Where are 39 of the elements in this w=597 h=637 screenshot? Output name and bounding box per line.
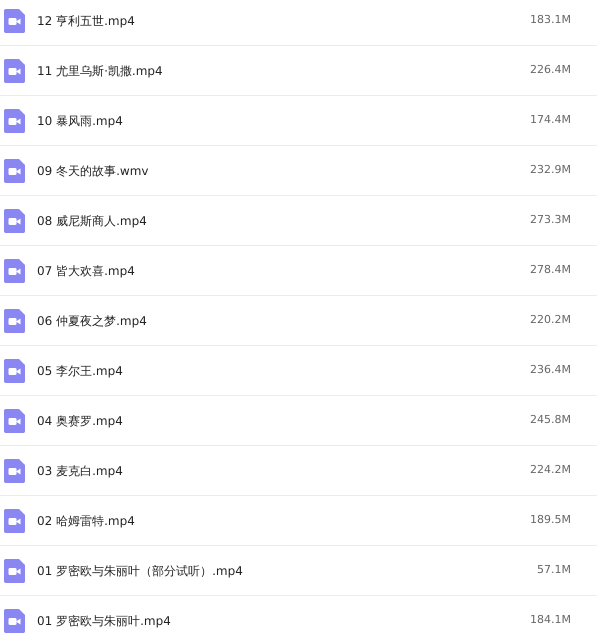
file-size: 245.8M <box>530 412 571 428</box>
file-name[interactable]: 08 威尼斯商人.mp4 <box>37 212 147 230</box>
file-name[interactable]: 03 麦克白.mp4 <box>37 462 123 480</box>
file-size: 236.4M <box>530 362 571 378</box>
file-name[interactable]: 01 罗密欧与朱丽叶（部分试听）.mp4 <box>37 562 243 580</box>
video-file-icon <box>4 508 25 532</box>
file-name[interactable]: 02 哈姆雷特.mp4 <box>37 512 135 530</box>
file-size: 189.5M <box>530 512 571 528</box>
video-file-icon <box>4 408 25 432</box>
file-size: 57.1M <box>537 562 571 578</box>
file-size: 273.3M <box>530 212 571 228</box>
file-size: 183.1M <box>530 12 571 28</box>
file-size: 278.4M <box>530 262 571 278</box>
video-file-icon <box>4 208 25 232</box>
video-file-icon <box>4 458 25 482</box>
file-size: 224.2M <box>530 462 571 478</box>
file-name[interactable]: 05 李尔王.mp4 <box>37 362 123 380</box>
file-size: 226.4M <box>530 62 571 78</box>
video-file-icon <box>4 58 25 82</box>
file-name[interactable]: 09 冬天的故事.wmv <box>37 162 149 180</box>
video-file-icon <box>4 358 25 382</box>
video-file-icon <box>4 158 25 182</box>
video-file-icon <box>4 608 25 632</box>
video-file-icon <box>4 8 25 32</box>
file-name[interactable]: 04 奥赛罗.mp4 <box>37 412 123 430</box>
file-name[interactable]: 12 亨利五世.mp4 <box>37 12 135 30</box>
file-name[interactable]: 06 仲夏夜之梦.mp4 <box>37 312 147 330</box>
video-file-icon <box>4 108 25 132</box>
video-file-icon <box>4 558 25 582</box>
file-size: 184.1M <box>530 612 571 628</box>
file-name[interactable]: 01 罗密欧与朱丽叶.mp4 <box>37 612 171 630</box>
file-name[interactable]: 07 皆大欢喜.mp4 <box>37 262 135 280</box>
video-file-icon <box>4 258 25 282</box>
file-size: 232.9M <box>530 162 571 178</box>
video-file-icon <box>4 308 25 332</box>
file-size: 174.4M <box>530 112 571 128</box>
file-name[interactable]: 10 暴风雨.mp4 <box>37 112 123 130</box>
file-name[interactable]: 11 尤里乌斯·凯撒.mp4 <box>37 62 163 80</box>
file-size: 220.2M <box>530 312 571 328</box>
